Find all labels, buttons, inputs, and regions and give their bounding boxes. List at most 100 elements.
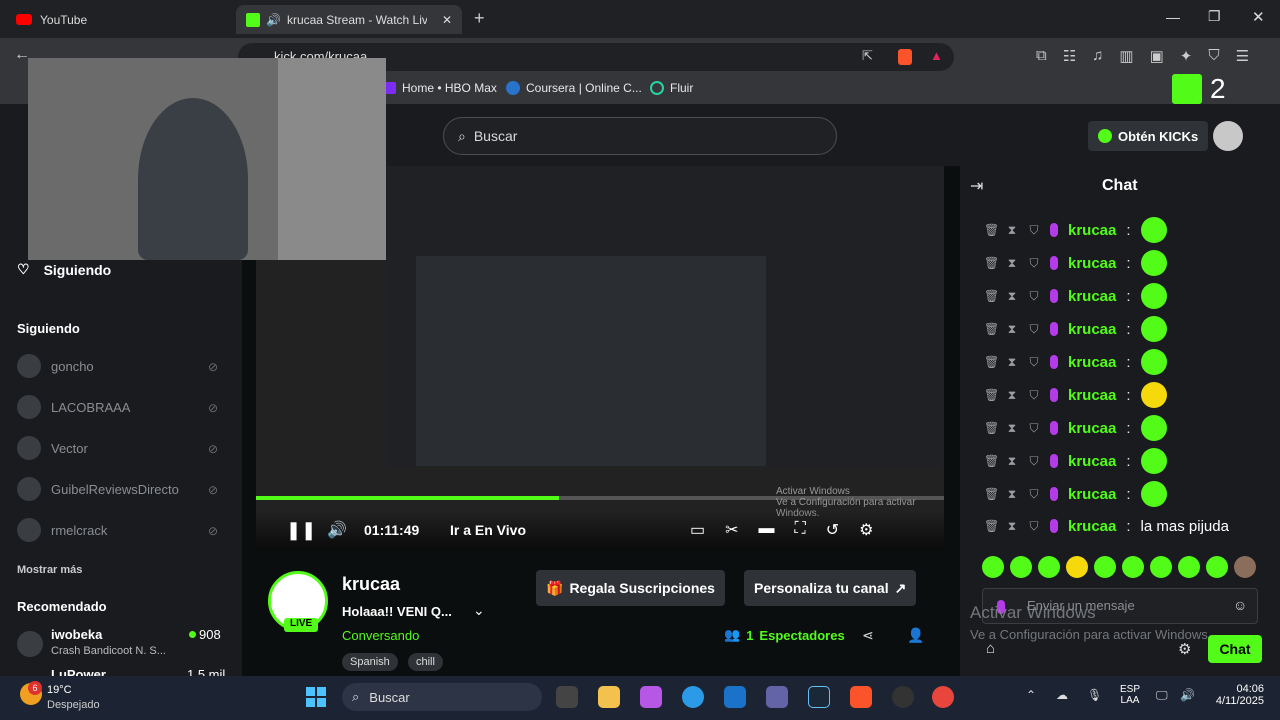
tab-krucaa[interactable]: 🔊 krucaa Stream - Watch Live o ✕ xyxy=(236,5,462,34)
network-icon[interactable]: 🖵 xyxy=(1156,688,1168,703)
ban-icon[interactable]: ⛉ xyxy=(1028,223,1040,238)
ban-icon[interactable]: ⛉ xyxy=(1028,256,1040,271)
trash-icon[interactable]: 🗑 xyxy=(984,487,999,501)
sidebar-recommended-item[interactable]: LuPower 1,5 mil xyxy=(17,667,229,676)
music-icon[interactable]: ♫ xyxy=(1092,47,1103,65)
ban-icon[interactable]: ⛉ xyxy=(1028,519,1040,534)
sidebar-channel[interactable]: rmelcrack xyxy=(17,518,107,542)
outlook-icon[interactable] xyxy=(724,686,746,708)
menu-icon[interactable]: ☰ xyxy=(1236,47,1249,65)
tag-chill[interactable]: chill xyxy=(408,653,443,671)
task-view-icon[interactable] xyxy=(556,686,578,708)
chat-settings-icon[interactable]: ⚙ xyxy=(1178,640,1191,658)
ban-icon[interactable]: ⛉ xyxy=(1028,355,1040,370)
ban-icon[interactable]: ⛉ xyxy=(1028,388,1040,403)
sidebar-channel[interactable]: goncho xyxy=(17,354,94,378)
trash-icon[interactable]: 🗑 xyxy=(984,454,999,468)
emote-icon[interactable] xyxy=(1206,556,1228,578)
search-input[interactable]: ⌕ Buscar xyxy=(443,117,837,155)
go-live-button[interactable]: Ir a En Vivo xyxy=(450,522,526,538)
teams-icon[interactable] xyxy=(766,686,788,708)
ban-icon[interactable]: ⛉ xyxy=(1028,322,1040,337)
timeout-icon[interactable]: ⧗ xyxy=(1006,322,1018,337)
ban-icon[interactable]: ⛉ xyxy=(1028,487,1040,502)
chat-send-button[interactable]: Chat xyxy=(1208,635,1262,663)
cloud-icon[interactable]: ☁ xyxy=(1056,688,1068,702)
chat-username[interactable]: krucaa xyxy=(1068,387,1116,404)
emote-icon[interactable] xyxy=(1038,556,1060,578)
reader-icon[interactable]: ☷ xyxy=(1063,47,1076,65)
gift-icon[interactable]: ⌂ xyxy=(986,640,995,657)
rewards-icon[interactable]: ▲ xyxy=(930,48,943,63)
follow-user-icon[interactable]: 👤 xyxy=(907,627,924,644)
clip-icon[interactable]: ✂ xyxy=(725,520,738,540)
chat-username[interactable]: krucaa xyxy=(1068,518,1116,535)
timeout-icon[interactable]: ⧗ xyxy=(1006,454,1018,469)
sidebar-channel[interactable]: Vector xyxy=(17,436,88,460)
trash-icon[interactable]: 🗑 xyxy=(984,223,999,237)
pip-icon[interactable]: ▭ xyxy=(690,520,705,540)
ban-icon[interactable]: ⛉ xyxy=(1028,421,1040,436)
emote-icon[interactable] xyxy=(1094,556,1116,578)
timeout-icon[interactable]: ⧗ xyxy=(1006,519,1018,534)
tray-chevron-icon[interactable]: ⌃ xyxy=(1026,688,1036,702)
timeout-icon[interactable]: ⧗ xyxy=(1006,355,1018,370)
get-kicks-button[interactable]: Obtén KICKs xyxy=(1088,121,1209,151)
trash-icon[interactable]: 🗑 xyxy=(984,421,999,435)
mic-tray-icon[interactable]: 🎙 xyxy=(1087,688,1102,702)
emote-icon[interactable] xyxy=(982,556,1004,578)
chat-username[interactable]: krucaa xyxy=(1068,354,1116,371)
taskbar-search[interactable]: ⌕ Buscar xyxy=(342,683,542,711)
brave-icon[interactable] xyxy=(850,686,872,708)
obs-icon[interactable] xyxy=(892,686,914,708)
gift-subs-button[interactable]: 🎁 Regala Suscripciones xyxy=(536,570,725,606)
language-indicator[interactable]: ESP LAA xyxy=(1120,684,1140,706)
trash-icon[interactable]: 🗑 xyxy=(984,519,999,533)
emote-icon[interactable] xyxy=(1234,556,1256,578)
settings-icon[interactable]: ⚙ xyxy=(859,520,873,540)
sidebar-icon[interactable]: ▥ xyxy=(1119,47,1133,65)
volume-tray-icon[interactable]: 🔊 xyxy=(1180,688,1195,702)
theater-icon[interactable]: ▬ xyxy=(759,520,775,540)
streamer-name[interactable]: krucaa xyxy=(342,574,400,595)
ban-icon[interactable]: ⛉ xyxy=(1028,454,1040,469)
trash-icon[interactable]: 🗑 xyxy=(984,322,999,336)
timeout-icon[interactable]: ⧗ xyxy=(1006,289,1018,304)
tab-youtube[interactable]: YouTube xyxy=(6,5,232,34)
user-avatar[interactable] xyxy=(1213,121,1243,151)
windows-start-icon[interactable] xyxy=(306,687,326,707)
chat-username[interactable]: krucaa xyxy=(1068,486,1116,503)
ban-icon[interactable]: ⛉ xyxy=(1028,289,1040,304)
bookmark-coursera[interactable]: Coursera | Online C... xyxy=(506,81,642,95)
collapse-chat-icon[interactable]: ⇥ xyxy=(970,176,983,196)
sidebar-recommended-item[interactable]: iwobeka Crash Bandicoot N. S... 908 xyxy=(17,627,229,661)
file-explorer-icon[interactable] xyxy=(598,686,620,708)
vpn-icon[interactable]: ⛉ xyxy=(1208,47,1219,65)
tag-spanish[interactable]: Spanish xyxy=(342,653,398,671)
close-tab-icon[interactable]: ✕ xyxy=(442,13,452,27)
copilot-icon[interactable] xyxy=(640,686,662,708)
emote-icon[interactable] xyxy=(1122,556,1144,578)
volume-icon[interactable]: 🔊 xyxy=(327,520,347,540)
chat-username[interactable]: krucaa xyxy=(1068,222,1116,239)
pause-icon[interactable]: ❚❚ xyxy=(286,520,316,541)
emoji-icon[interactable]: ☺ xyxy=(1233,597,1247,613)
share-icon[interactable]: ⋖ xyxy=(862,627,874,644)
chat-username[interactable]: krucaa xyxy=(1068,453,1116,470)
emote-icon[interactable] xyxy=(1178,556,1200,578)
timeout-icon[interactable]: ⧗ xyxy=(1006,223,1018,238)
chat-username[interactable]: krucaa xyxy=(1068,321,1116,338)
steam-icon[interactable] xyxy=(808,686,830,708)
share-icon[interactable]: ⇱ xyxy=(862,48,873,64)
timeout-icon[interactable]: ⧗ xyxy=(1006,487,1018,502)
emote-icon[interactable] xyxy=(1150,556,1172,578)
chat-username[interactable]: krucaa xyxy=(1068,255,1116,272)
rewind-icon[interactable]: ↺ xyxy=(826,520,839,540)
timeout-icon[interactable]: ⧗ xyxy=(1006,388,1018,403)
maximize-icon[interactable]: ❐ xyxy=(1208,8,1221,25)
sidebar-channel[interactable]: LACOBRAAA xyxy=(17,395,130,419)
bookmark-hbo[interactable]: Home • HBO Max xyxy=(384,81,497,95)
trash-icon[interactable]: 🗑 xyxy=(984,289,999,303)
customize-channel-button[interactable]: Personaliza tu canal ↗ xyxy=(744,570,917,606)
timeout-icon[interactable]: ⧗ xyxy=(1006,256,1018,271)
